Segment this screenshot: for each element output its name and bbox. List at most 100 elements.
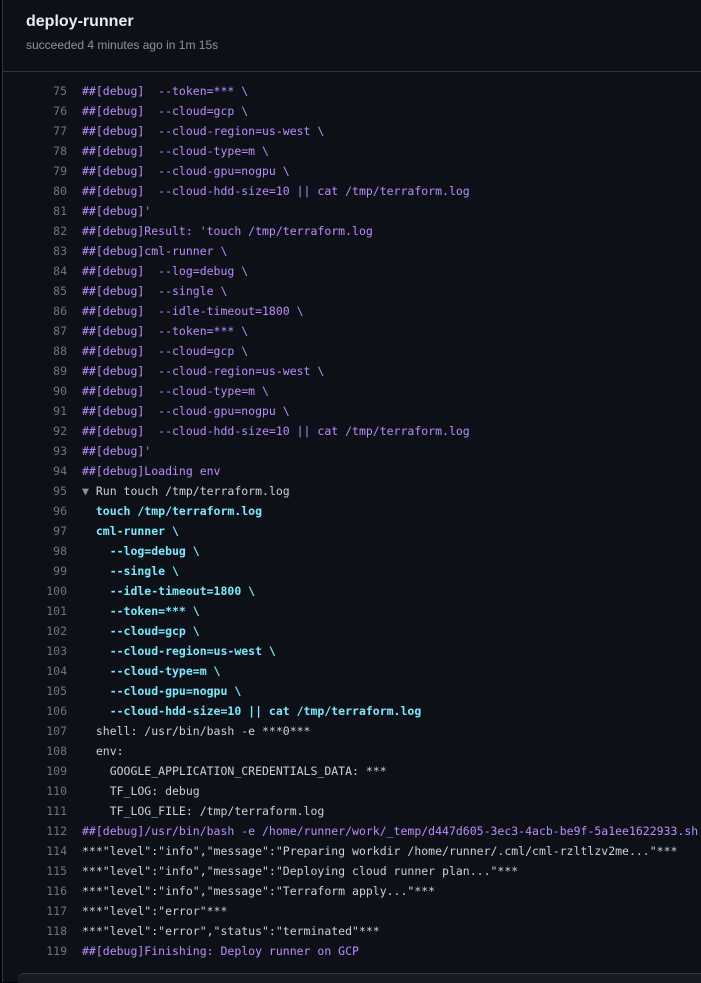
log-line: 91 ##[debug] --cloud-gpu=nogpu \ [3,401,701,421]
log-line: 118 ***"level":"error","status":"terminat… [3,921,701,941]
log-line-text: cml-runner \ [82,524,179,538]
line-number-link[interactable]: 90 [3,381,67,401]
line-number-link[interactable]: 115 [3,861,67,881]
log-line: 112 ##[debug]/usr/bin/bash -e /home/runne… [3,821,701,841]
log-line: 103 --cloud-region=us-west \ [3,641,701,661]
log-line-text: ##[debug] --cloud=gcp \ [82,344,249,358]
line-number-link[interactable]: 119 [3,941,67,961]
log-line-text: ##[debug]cml-runner \ [82,244,228,258]
line-number-link[interactable]: 108 [3,741,67,761]
log-line-text: --token=*** \ [82,604,200,618]
log-line: 78 ##[debug] --cloud-type=m \ [3,141,701,161]
log-line: 81 ##[debug]' [3,201,701,221]
log-line-text: --cloud-region=us-west \ [82,644,276,658]
log-line: 107 shell: /usr/bin/bash -e ***0*** [3,721,701,741]
log-line: 104 --cloud-type=m \ [3,661,701,681]
log-line-text: --cloud-gpu=nogpu \ [82,684,242,698]
line-number-link[interactable]: 107 [3,721,67,741]
log-group-toggle[interactable]: 95 ▼ Run touch /tmp/terraform.log [3,481,701,501]
line-number-link[interactable]: 80 [3,181,67,201]
job-status-text: succeeded 4 minutes ago in 1m 15s [26,38,219,52]
line-number-link[interactable]: 79 [3,161,67,181]
log-line-text: --cloud-type=m \ [82,664,221,678]
log-line: 89 ##[debug] --cloud-region=us-west \ [3,361,701,381]
line-number-link[interactable]: 99 [3,561,67,581]
log-line: 115 ***"level":"info","message":"Deployin… [3,861,701,881]
line-number-link[interactable]: 111 [3,801,67,821]
line-number-link[interactable]: 112 [3,821,67,841]
log-line: 109 GOOGLE_APPLICATION_CREDENTIALS_DATA:… [3,761,701,781]
log-line-text: ##[debug] --token=*** \ [82,84,249,98]
line-number-link[interactable]: 87 [3,321,67,341]
line-number-link[interactable]: 110 [3,781,67,801]
log-line-text: ##[debug] --single \ [82,284,228,298]
log-line: 106 --cloud-hdd-size=10 || cat /tmp/terr… [3,701,701,721]
log-line: 77 ##[debug] --cloud-region=us-west \ [3,121,701,141]
line-number-link[interactable]: 98 [3,541,67,561]
log-line: 80 ##[debug] --cloud-hdd-size=10 || cat /… [3,181,701,201]
line-number-link[interactable]: 114 [3,841,67,861]
log-line: 100 --idle-timeout=1800 \ [3,581,701,601]
log-line-text: ##[debug] --cloud-hdd-size=10 || cat /tm… [82,424,470,438]
line-number-link[interactable]: 92 [3,421,67,441]
line-number-link[interactable]: 94 [3,461,67,481]
line-number-link[interactable]: 85 [3,281,67,301]
line-number-link[interactable]: 93 [3,441,67,461]
log-line: 114 ***"level":"info","message":"Preparin… [3,841,701,861]
line-number-link[interactable]: 101 [3,601,67,621]
log-line-text: ##[debug] --cloud-gpu=nogpu \ [82,164,290,178]
line-number-link[interactable]: 77 [3,121,67,141]
log-line-text: TF_LOG_FILE: /tmp/terraform.log [82,804,325,818]
line-number-link[interactable]: 84 [3,261,67,281]
line-number-link[interactable]: 89 [3,361,67,381]
line-number-link[interactable]: 86 [3,301,67,321]
line-number-link[interactable]: 95 [3,481,67,501]
line-number-link[interactable]: 75 [3,81,67,101]
line-number-link[interactable]: 102 [3,621,67,641]
line-number-link[interactable]: 78 [3,141,67,161]
line-number-link[interactable]: 106 [3,701,67,721]
line-number-link[interactable]: 109 [3,761,67,781]
log-line: 76 ##[debug] --cloud=gcp \ [3,101,701,121]
line-number-link[interactable]: 118 [3,921,67,941]
line-number-link[interactable]: 97 [3,521,67,541]
log-line: 86 ##[debug] --idle-timeout=1800 \ [3,301,701,321]
line-number-link[interactable]: 81 [3,201,67,221]
line-number-link[interactable]: 103 [3,641,67,661]
line-number-link[interactable]: 82 [3,221,67,241]
line-number-link[interactable]: 117 [3,901,67,921]
log-line-text: TF_LOG: debug [82,784,200,798]
log-line-text: ##[debug] --log=debug \ [82,264,249,278]
job-log-panel: deploy-runner succeeded 4 minutes ago in… [2,0,701,983]
line-number-link[interactable]: 83 [3,241,67,261]
chevron-down-icon[interactable]: ▼ [82,484,96,498]
log-line: 88 ##[debug] --cloud=gcp \ [3,341,701,361]
log-line: 83 ##[debug]cml-runner \ [3,241,701,261]
line-number-link[interactable]: 76 [3,101,67,121]
log-group-title: Run touch /tmp/terraform.log [95,484,290,498]
line-number-link[interactable]: 105 [3,681,67,701]
line-number-link[interactable]: 104 [3,661,67,681]
line-number-link[interactable]: 116 [3,881,67,901]
log-line: 117 ***"level":"error"*** [3,901,701,921]
line-number-link[interactable]: 96 [3,501,67,521]
log-line-text: ##[debug] --cloud-type=m \ [82,144,269,158]
log-line: 93 ##[debug]' [3,441,701,461]
log-line: 85 ##[debug] --single \ [3,281,701,301]
line-number-link[interactable]: 88 [3,341,67,361]
log-line-text: ***"level":"info","message":"Terraform a… [82,884,436,898]
log-line: 87 ##[debug] --token=*** \ [3,321,701,341]
log-line-text: ##[debug] --token=*** \ [82,324,249,338]
log-line-text: ##[debug] --cloud-gpu=nogpu \ [82,404,290,418]
log-line-text: shell: /usr/bin/bash -e ***0*** [82,724,311,738]
line-number-link[interactable]: 91 [3,401,67,421]
log-line: 96 touch /tmp/terraform.log [3,501,701,521]
log-line-text: ***"level":"error","status":"terminated"… [82,924,380,938]
log-line: 97 cml-runner \ [3,521,701,541]
log-line: 98 --log=debug \ [3,541,701,561]
log-line: 79 ##[debug] --cloud-gpu=nogpu \ [3,161,701,181]
log-line: 108 env: [3,741,701,761]
log-line-text: --log=debug \ [82,544,200,558]
log-line-text: ##[debug]Result: 'touch /tmp/terraform.l… [82,224,373,238]
line-number-link[interactable]: 100 [3,581,67,601]
